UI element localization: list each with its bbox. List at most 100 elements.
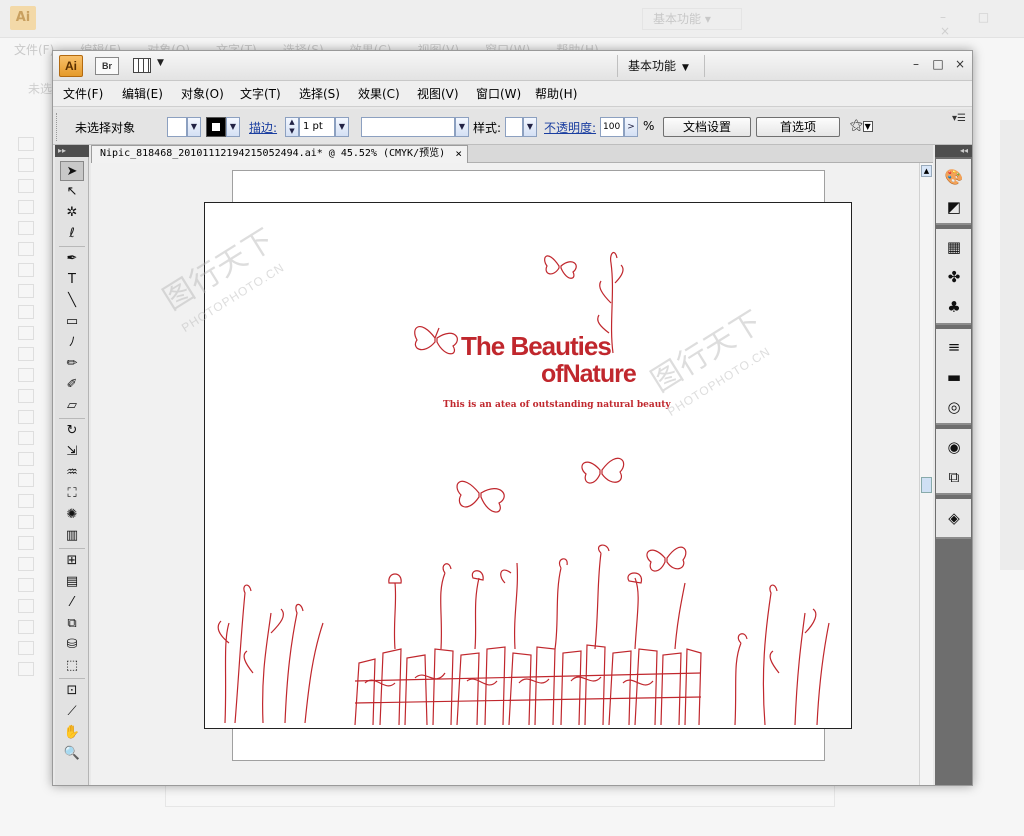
opacity-label-link[interactable]: 不透明度: bbox=[544, 119, 596, 136]
pen-tool[interactable]: ✒ bbox=[60, 249, 84, 269]
color-panel-icon[interactable]: 🎨 bbox=[944, 167, 964, 187]
artboard[interactable]: The Beauties ofNature This is an atea of… bbox=[204, 202, 852, 729]
pencil-tool[interactable]: ✏ bbox=[60, 354, 84, 374]
selection-tool[interactable]: ➤ bbox=[60, 161, 84, 181]
type-tool[interactable]: T bbox=[60, 270, 84, 290]
menu-file[interactable]: 文件(F) bbox=[63, 81, 103, 107]
fill-dropdown[interactable]: ▼ bbox=[187, 117, 201, 137]
control-panel-menu-icon[interactable]: ▾☰ bbox=[952, 113, 966, 124]
control-panel-grip[interactable] bbox=[56, 113, 60, 141]
rectangle-icon: ▭ bbox=[65, 314, 79, 329]
menu-help[interactable]: 帮助(H) bbox=[535, 81, 577, 107]
variable-width-dropdown[interactable]: ▼ bbox=[455, 117, 469, 137]
warp-tool[interactable]: ♒ bbox=[60, 463, 84, 483]
background-document-edge bbox=[165, 785, 835, 807]
vertical-scrollbar[interactable]: ▲ bbox=[919, 163, 933, 785]
document-tab[interactable]: Nipic_818468_20101112194215052494.ai* @ … bbox=[91, 145, 468, 163]
panel-dock-header[interactable]: ◂◂ bbox=[935, 145, 972, 157]
stroke-swatch[interactable] bbox=[206, 117, 226, 137]
menu-edit[interactable]: 编辑(E) bbox=[122, 81, 163, 107]
stroke-weight-stepper[interactable]: ▲ ▼ bbox=[285, 117, 299, 137]
line-tool[interactable]: ╲ bbox=[60, 291, 84, 311]
slice-icon: ⟋ bbox=[67, 704, 77, 719]
tools-panel-header[interactable]: ▸▸ bbox=[55, 145, 89, 157]
brushes-icon[interactable]: ✤ bbox=[944, 267, 964, 287]
paintbrush-tool[interactable]: ﾉ bbox=[60, 333, 84, 353]
symbol-sprayer-tool[interactable]: ✺ bbox=[60, 505, 84, 525]
stroke-weight-input[interactable]: 1 pt bbox=[299, 117, 335, 137]
minimize-button[interactable]: – bbox=[908, 57, 924, 75]
workspace-label: 基本功能 bbox=[628, 59, 677, 73]
fill-swatch[interactable] bbox=[167, 117, 187, 137]
layers-icon[interactable]: ◈ bbox=[944, 508, 964, 528]
menu-type[interactable]: 文字(T) bbox=[240, 81, 281, 107]
butterfly-4 bbox=[581, 457, 625, 484]
variable-width-profile[interactable] bbox=[361, 117, 455, 137]
direct-selection-tool[interactable]: ↖ bbox=[60, 182, 84, 202]
close-window-button[interactable]: × bbox=[952, 57, 968, 75]
symbol-sprayer-icon: ✺ bbox=[66, 507, 78, 522]
stroke-icon[interactable]: ≡ bbox=[944, 337, 964, 357]
rectangle-tool[interactable]: ▭ bbox=[60, 312, 84, 332]
artwork-subtitle: This is an atea of outstanding natural b… bbox=[443, 400, 671, 410]
eraser-tool[interactable]: ▱ bbox=[60, 396, 84, 416]
butterfly-3 bbox=[456, 480, 505, 513]
workspace-switcher[interactable]: 基本功能 ▼ bbox=[617, 55, 705, 77]
hand-tool[interactable]: ✋ bbox=[60, 723, 84, 743]
menu-effect[interactable]: 效果(C) bbox=[358, 81, 400, 107]
eyedropper-tool[interactable]: ⁄ bbox=[60, 593, 84, 613]
swatches-icon[interactable]: ▦ bbox=[944, 237, 964, 257]
background-workspace-switcher: 基本功能 ▾ bbox=[642, 8, 742, 30]
maximize-button[interactable]: □ bbox=[930, 57, 946, 75]
symbols-icon[interactable]: ♣ bbox=[944, 297, 964, 317]
graphic-styles-icon[interactable]: ⧉ bbox=[944, 467, 964, 487]
live-paint-bucket-tool[interactable]: ⛁ bbox=[60, 635, 84, 655]
opacity-slider-button[interactable]: > bbox=[624, 117, 638, 137]
menu-window[interactable]: 窗口(W) bbox=[476, 81, 521, 107]
menu-select[interactable]: 选择(S) bbox=[299, 81, 340, 107]
artboard-tool[interactable]: ⊡ bbox=[60, 681, 84, 701]
gradient-icon[interactable]: ▬ bbox=[944, 367, 964, 387]
menu-view[interactable]: 视图(V) bbox=[417, 81, 459, 107]
blend-tool[interactable]: ⧉ bbox=[60, 614, 84, 634]
chevron-down-icon: ▼ bbox=[862, 121, 873, 132]
lasso-icon: ℓ bbox=[69, 226, 75, 241]
mesh-tool[interactable]: ⊞ bbox=[60, 551, 84, 571]
magic-wand-tool[interactable]: ✲ bbox=[60, 203, 84, 223]
live-paint-selection-tool[interactable]: ⬚ bbox=[60, 656, 84, 676]
background-status: 未选 bbox=[28, 82, 53, 96]
blob-brush-tool[interactable]: ✐ bbox=[60, 375, 84, 395]
warp-icon: ♒ bbox=[66, 465, 78, 480]
color-guide-icon[interactable]: ◩ bbox=[944, 197, 964, 217]
stroke-weight-dropdown[interactable]: ▼ bbox=[335, 117, 349, 137]
slice-tool[interactable]: ⟋ bbox=[60, 702, 84, 722]
mesh-icon: ⊞ bbox=[66, 553, 78, 568]
rotate-tool[interactable]: ↻ bbox=[60, 421, 84, 441]
arrange-documents-button[interactable]: ▼ bbox=[133, 57, 167, 75]
menu-object[interactable]: 对象(O) bbox=[181, 81, 224, 107]
scale-tool[interactable]: ⇲ bbox=[60, 442, 84, 462]
stroke-dropdown[interactable]: ▼ bbox=[226, 117, 240, 137]
graphic-style-dropdown[interactable]: ▼ bbox=[523, 117, 537, 137]
scroll-thumb[interactable] bbox=[921, 477, 932, 493]
scroll-up-button[interactable]: ▲ bbox=[921, 165, 932, 177]
gradient-tool[interactable]: ▤ bbox=[60, 572, 84, 592]
graphic-style-swatch[interactable] bbox=[505, 117, 523, 137]
artboard-icon: ⊡ bbox=[66, 683, 78, 698]
stroke-label-link[interactable]: 描边: bbox=[249, 119, 277, 136]
transparency-icon[interactable]: ◎ bbox=[944, 397, 964, 417]
chevron-down-icon: ▼ bbox=[157, 58, 164, 68]
free-transform-tool[interactable]: ⛶ bbox=[60, 484, 84, 504]
close-document-button[interactable]: × bbox=[455, 146, 462, 162]
zoom-tool[interactable]: 🔍 bbox=[60, 744, 84, 764]
opacity-input[interactable]: 100 bbox=[600, 117, 624, 137]
isolate-selected-button[interactable]: ⚝ ▼ bbox=[850, 118, 878, 136]
preferences-button[interactable]: 首选项 bbox=[756, 117, 840, 137]
go-to-bridge-button[interactable]: Br bbox=[95, 57, 119, 75]
document-setup-button[interactable]: 文档设置 bbox=[663, 117, 751, 137]
lasso-tool[interactable]: ℓ bbox=[60, 224, 84, 244]
document-canvas[interactable]: The Beauties ofNature This is an atea of… bbox=[91, 163, 919, 785]
background-window-controls: – □ × bbox=[940, 10, 1004, 38]
column-graph-tool[interactable]: ▥ bbox=[60, 526, 84, 546]
appearance-icon[interactable]: ◉ bbox=[944, 437, 964, 457]
